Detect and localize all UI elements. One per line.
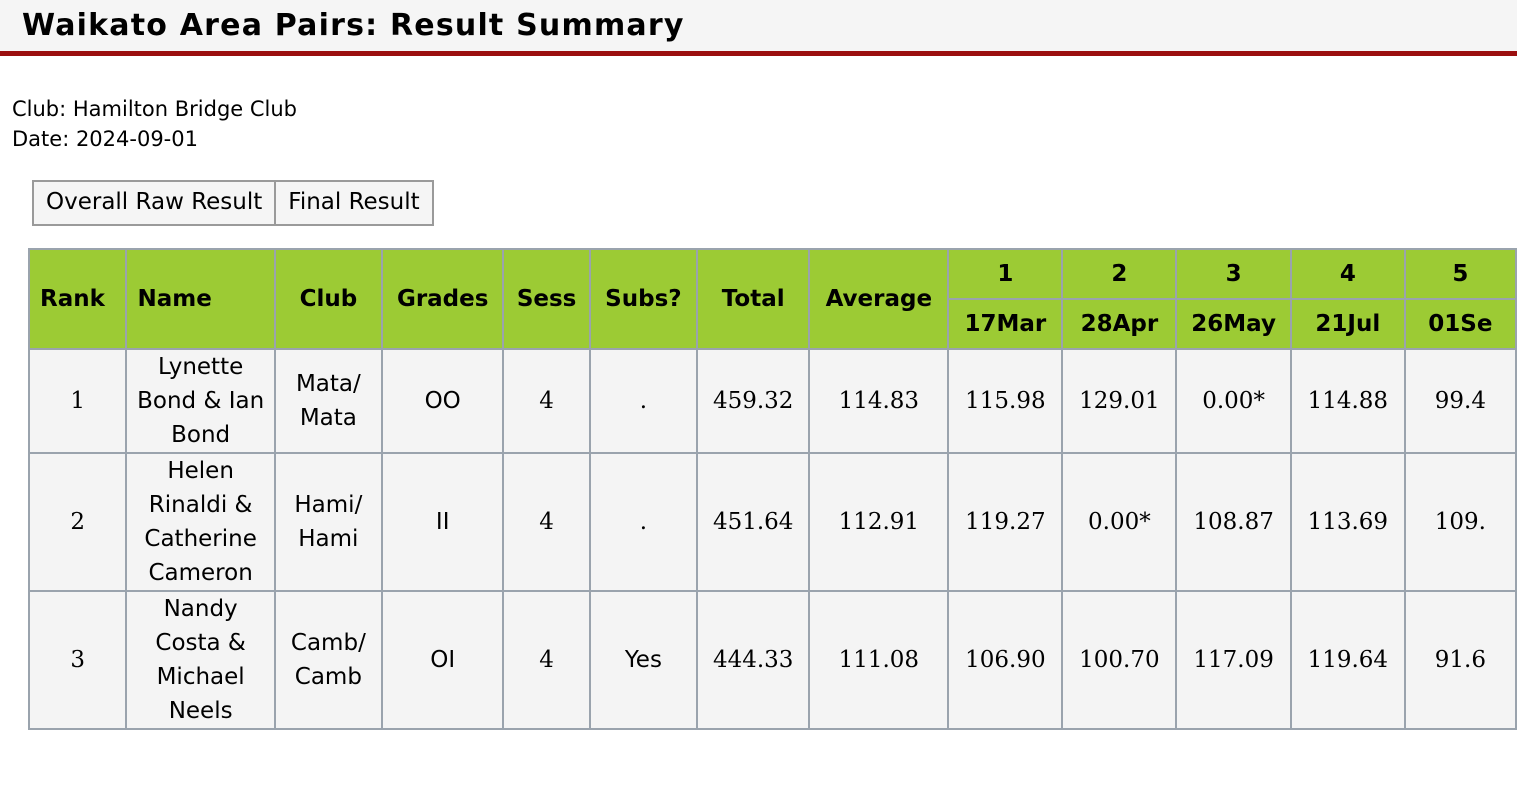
cell-session-3: 117.09	[1175, 590, 1292, 730]
col-header-session-4-date[interactable]: 21Jul	[1289, 298, 1406, 350]
cell-session-3: 108.87	[1175, 452, 1292, 592]
cell-club: Hami/ Hami	[273, 452, 383, 592]
cell-total: 444.33	[696, 590, 811, 730]
col-header-session-4-number[interactable]: 4	[1289, 248, 1406, 300]
cell-sess: 4	[502, 590, 591, 730]
col-header-session-5-number[interactable]: 5	[1403, 248, 1517, 300]
cell-name: Nandy Costa & Michael Neels	[125, 590, 276, 730]
cell-average: 111.08	[808, 590, 950, 730]
results-table-body: 1 Lynette Bond & Ian Bond Mata/ Mata OO …	[28, 348, 1517, 730]
table-row[interactable]: 3 Nandy Costa & Michael Neels Camb/ Camb…	[28, 590, 1517, 730]
cell-session-2: 129.01	[1061, 348, 1178, 454]
results-table: Rank Name Club Grades Sess Subs? Total A…	[28, 248, 1517, 730]
results-table-scroll[interactable]: Rank Name Club Grades Sess Subs? Total A…	[28, 248, 1517, 730]
col-header-sess[interactable]: Sess	[502, 248, 591, 350]
cell-subs: Yes	[588, 590, 699, 730]
cell-session-5: 91.6	[1403, 590, 1517, 730]
cell-session-4: 114.88	[1289, 348, 1406, 454]
cell-rank: 3	[28, 590, 128, 730]
cell-session-2: 0.00*	[1061, 452, 1178, 592]
cell-subs: .	[588, 348, 699, 454]
cell-sess: 4	[502, 348, 591, 454]
table-row[interactable]: 2 Helen Rinaldi & Catherine Cameron Hami…	[28, 452, 1517, 592]
date-line: Date: 2024-09-01	[12, 127, 198, 151]
cell-name: Lynette Bond & Ian Bond	[125, 348, 276, 454]
cell-total: 459.32	[696, 348, 811, 454]
event-meta: Club: Hamilton Bridge Club Date: 2024-09…	[12, 94, 1517, 154]
page-title-banner: Waikato Area Pairs: Result Summary	[0, 0, 1517, 56]
cell-session-1: 106.90	[947, 590, 1064, 730]
col-header-session-2-date[interactable]: 28Apr	[1061, 298, 1178, 350]
cell-average: 114.83	[808, 348, 950, 454]
col-header-session-2-number[interactable]: 2	[1061, 248, 1178, 300]
col-header-average[interactable]: Average	[808, 248, 950, 350]
table-row[interactable]: 1 Lynette Bond & Ian Bond Mata/ Mata OO …	[28, 348, 1517, 454]
page-title: Waikato Area Pairs: Result Summary	[22, 8, 685, 43]
cell-grades: OO	[380, 348, 505, 454]
tab-overall-raw-result[interactable]: Overall Raw Result	[34, 182, 277, 224]
cell-grades: II	[380, 452, 505, 592]
cell-session-3: 0.00*	[1175, 348, 1292, 454]
results-table-head: Rank Name Club Grades Sess Subs? Total A…	[28, 248, 1517, 350]
cell-rank: 1	[28, 348, 128, 454]
tab-final-result[interactable]: Final Result	[276, 182, 432, 224]
col-header-grades[interactable]: Grades	[380, 248, 505, 350]
cell-session-5: 109.	[1403, 452, 1517, 592]
cell-session-5: 99.4	[1403, 348, 1517, 454]
cell-club: Mata/ Mata	[273, 348, 383, 454]
col-header-club[interactable]: Club	[273, 248, 383, 350]
col-header-session-3-date[interactable]: 26May	[1175, 298, 1292, 350]
col-header-session-3-number[interactable]: 3	[1175, 248, 1292, 300]
result-view-tabs: Overall Raw Result Final Result	[32, 180, 434, 226]
col-header-name[interactable]: Name	[125, 248, 276, 350]
cell-grades: OI	[380, 590, 505, 730]
cell-session-1: 119.27	[947, 452, 1064, 592]
col-header-session-1-date[interactable]: 17Mar	[947, 298, 1064, 350]
cell-session-4: 119.64	[1289, 590, 1406, 730]
col-header-subs[interactable]: Subs?	[588, 248, 699, 350]
cell-average: 112.91	[808, 452, 950, 592]
cell-session-1: 115.98	[947, 348, 1064, 454]
col-header-session-5-date[interactable]: 01Se	[1403, 298, 1517, 350]
cell-rank: 2	[28, 452, 128, 592]
cell-sess: 4	[502, 452, 591, 592]
cell-session-2: 100.70	[1061, 590, 1178, 730]
cell-total: 451.64	[696, 452, 811, 592]
cell-session-4: 113.69	[1289, 452, 1406, 592]
cell-name: Helen Rinaldi & Catherine Cameron	[125, 452, 276, 592]
cell-subs: .	[588, 452, 699, 592]
cell-club: Camb/ Camb	[273, 590, 383, 730]
header-row-primary: Rank Name Club Grades Sess Subs? Total A…	[28, 248, 1517, 350]
col-header-rank[interactable]: Rank	[28, 248, 128, 350]
col-header-session-1-number[interactable]: 1	[947, 248, 1064, 300]
club-line: Club: Hamilton Bridge Club	[12, 97, 298, 121]
col-header-total[interactable]: Total	[696, 248, 811, 350]
